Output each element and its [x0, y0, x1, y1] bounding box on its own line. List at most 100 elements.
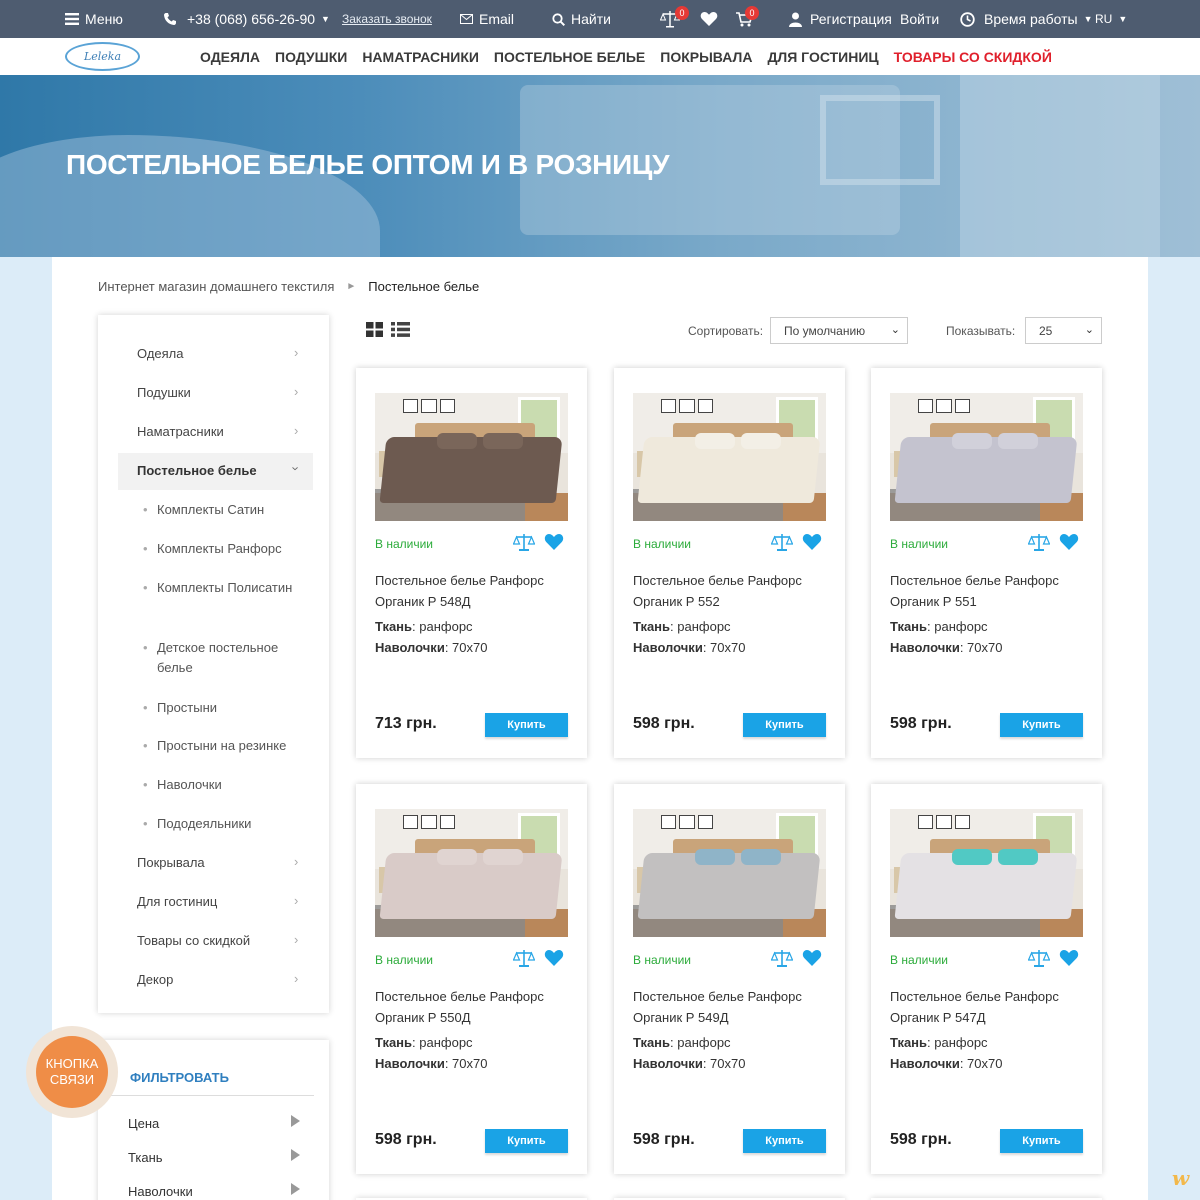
filter-row-pillowcases[interactable]: Наволочки	[128, 1184, 193, 1199]
chevron-right-icon: ›	[294, 384, 299, 399]
nav-item-bedding[interactable]: ПОСТЕЛЬНОЕ БЕЛЬЕ	[494, 49, 645, 65]
nav-item-hotels[interactable]: ДЛЯ ГОСТИНИЦ	[767, 49, 878, 65]
login-link[interactable]: Войти	[900, 0, 939, 38]
product-name[interactable]: Постельное белье Ранфорс Органик Р 548Д	[375, 570, 570, 612]
availability-status: В наличии	[633, 953, 692, 967]
sidebar-subitem[interactable]: • Комплекты Сатин	[143, 500, 264, 520]
nav-item-sale[interactable]: ТОВАРЫ СО СКИДКОЙ	[894, 49, 1052, 65]
wishlist-heart-icon[interactable]	[802, 949, 822, 967]
product-fabric: Ткань: ранфорс	[633, 1035, 731, 1050]
sidebar-item-bedding[interactable]: Постельное белье	[137, 463, 257, 478]
chevron-down-icon: ▼	[321, 14, 330, 24]
register-link[interactable]: Регистрация	[789, 0, 892, 38]
product-image[interactable]	[375, 809, 568, 937]
product-card[interactable]: В наличии Постельное белье Ранфорс Органи…	[614, 368, 845, 758]
wishlist-heart-icon[interactable]	[544, 533, 564, 551]
buy-button[interactable]: Купить	[743, 713, 826, 737]
product-name[interactable]: Постельное белье Ранфорс Органик Р 549Д	[633, 986, 828, 1028]
chevron-down-icon: ⌄	[1084, 324, 1094, 336]
chevron-right-icon: ›	[294, 971, 299, 986]
sidebar-subitem[interactable]: • Комплекты Полисатин	[143, 578, 303, 598]
product-image[interactable]	[633, 393, 826, 521]
nav-item-mattress-covers[interactable]: НАМАТРАСНИКИ	[362, 49, 479, 65]
wishlist-heart-icon[interactable]	[544, 949, 564, 967]
contact-button[interactable]: КНОПКА СВЯЗИ	[26, 1026, 118, 1118]
product-image[interactable]	[633, 809, 826, 937]
triangle-right-icon[interactable]	[291, 1149, 300, 1161]
compare-icon[interactable]	[513, 949, 535, 967]
list-view-icon[interactable]	[391, 322, 410, 337]
product-card[interactable]: В наличии Постельное белье Ранфорс Органи…	[356, 784, 587, 1174]
sidebar-subitem[interactable]: • Наволочки	[143, 775, 222, 795]
site-logo[interactable]: Leleka	[65, 42, 140, 71]
breadcrumb-home[interactable]: Интернет магазин домашнего текстиля	[98, 279, 334, 294]
category-links: ОДЕЯЛА ПОДУШКИ НАМАТРАСНИКИ ПОСТЕЛЬНОЕ Б…	[200, 38, 1052, 75]
buy-button[interactable]: Купить	[1000, 713, 1083, 737]
chevron-right-icon: ›	[294, 854, 299, 869]
clock-icon	[960, 11, 975, 27]
top-bar: Меню +38 (068) 656-26-90 ▼ Заказать звон…	[0, 0, 1200, 38]
buy-button[interactable]: Купить	[743, 1129, 826, 1153]
product-image[interactable]	[890, 809, 1083, 937]
product-name[interactable]: Постельное белье Ранфорс Органик Р 551	[890, 570, 1085, 612]
filter-row-fabric[interactable]: Ткань	[128, 1150, 163, 1165]
sidebar-item-hotels[interactable]: Для гостиниц	[137, 894, 217, 909]
product-image[interactable]	[890, 393, 1083, 521]
wishlist-heart-icon[interactable]	[802, 533, 822, 551]
compare-icon[interactable]	[1028, 533, 1050, 551]
filter-row-price[interactable]: Цена	[128, 1116, 159, 1131]
sidebar-subitem[interactable]: • Простыни на резинке	[143, 736, 286, 756]
product-pillowcases: Наволочки: 70x70	[633, 1056, 746, 1071]
wishlist-button[interactable]	[700, 0, 718, 38]
nav-item-pillows[interactable]: ПОДУШКИ	[275, 49, 347, 65]
nav-item-blankets[interactable]: ОДЕЯЛА	[200, 49, 260, 65]
chevron-right-icon: ›	[294, 893, 299, 908]
product-name[interactable]: Постельное белье Ранфорс Органик Р 550Д	[375, 986, 570, 1028]
sidebar-subitem[interactable]: • Простыни	[143, 698, 217, 718]
compare-icon[interactable]	[513, 533, 535, 551]
wishlist-heart-icon[interactable]	[1059, 533, 1079, 551]
email-link[interactable]: Email	[460, 0, 514, 38]
product-card[interactable]: В наличии Постельное белье Ранфорс Органи…	[614, 784, 845, 1174]
product-image[interactable]	[375, 393, 568, 521]
product-fabric: Ткань: ранфорс	[375, 619, 473, 634]
wishlist-heart-icon[interactable]	[1059, 949, 1079, 967]
compare-icon[interactable]	[1028, 949, 1050, 967]
product-name[interactable]: Постельное белье Ранфорс Органик Р 552	[633, 570, 828, 612]
triangle-right-icon[interactable]	[291, 1115, 300, 1127]
search-button[interactable]: Найти	[552, 0, 611, 38]
sort-label: Сортировать:	[688, 324, 764, 338]
sidebar-item-bedspreads[interactable]: Покрывала	[137, 855, 205, 870]
sidebar-subitem[interactable]: • Детское постельное белье	[143, 638, 313, 678]
sidebar-item-decor[interactable]: Декор	[137, 972, 173, 987]
compare-button[interactable]	[660, 0, 680, 38]
product-card[interactable]: В наличии Постельное белье Ранфорс Органи…	[871, 784, 1102, 1174]
contact-button-label: КНОПКА СВЯЗИ	[45, 1056, 99, 1087]
product-name[interactable]: Постельное белье Ранфорс Органик Р 547Д	[890, 986, 1085, 1028]
phone-dropdown[interactable]: +38 (068) 656-26-90 ▼	[163, 0, 330, 38]
show-count-select[interactable]: 25 ⌄	[1025, 317, 1102, 344]
grid-view-icon[interactable]	[366, 322, 383, 337]
buy-button[interactable]: Купить	[1000, 1129, 1083, 1153]
sidebar-item-mattress-covers[interactable]: Наматрасники	[137, 424, 224, 439]
callback-link[interactable]: Заказать звонок	[342, 0, 432, 38]
product-card[interactable]: В наличии Постельное белье Ранфорс Органи…	[356, 368, 587, 758]
product-pillowcases: Наволочки: 70x70	[375, 640, 488, 655]
filter-panel: ФИЛЬТРОВАТЬ Цена Ткань Наволочки	[98, 1040, 329, 1200]
sidebar-item-pillows[interactable]: Подушки	[137, 385, 191, 400]
buy-button[interactable]: Купить	[485, 1129, 568, 1153]
product-card[interactable]: В наличии Постельное белье Ранфорс Органи…	[871, 368, 1102, 758]
menu-button[interactable]: Меню	[65, 0, 123, 38]
sort-select[interactable]: По умолчанию ⌄	[770, 317, 908, 344]
sidebar-item-sale[interactable]: Товары со скидкой	[137, 933, 250, 948]
sidebar-subitem[interactable]: • Пододеяльники	[143, 814, 251, 834]
sidebar-subitem[interactable]: • Комплекты Ранфорс	[143, 539, 282, 559]
compare-icon[interactable]	[771, 533, 793, 551]
buy-button[interactable]: Купить	[485, 713, 568, 737]
nav-item-bedspreads[interactable]: ПОКРЫВАЛА	[660, 49, 752, 65]
sidebar-item-blankets[interactable]: Одеяла	[137, 346, 184, 361]
language-dropdown[interactable]: RU ▼	[1095, 0, 1127, 38]
compare-icon[interactable]	[771, 949, 793, 967]
triangle-right-icon[interactable]	[291, 1183, 300, 1195]
work-hours-dropdown[interactable]: Время работы ▼	[960, 0, 1092, 38]
